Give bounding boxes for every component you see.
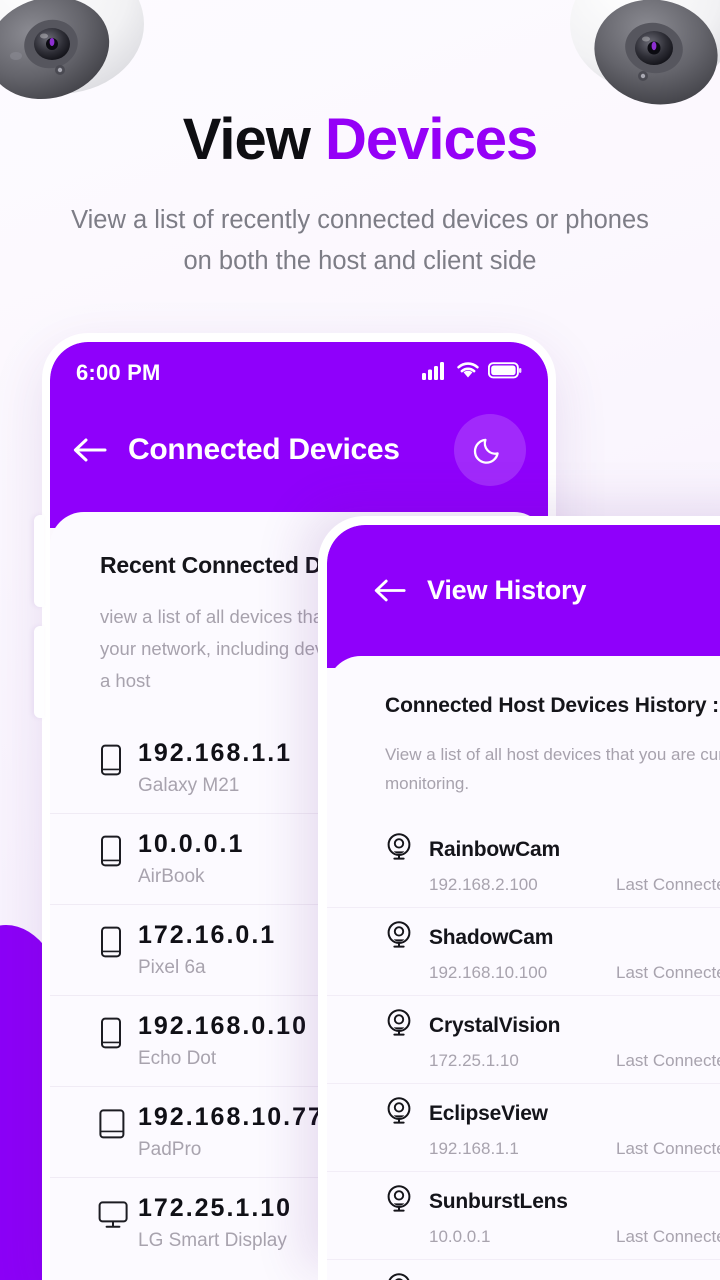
history-last-connected: Last Connected : 14/5/20 xyxy=(616,1051,720,1070)
history-item-detail: 10.0.0.1 Last Connected : 09/5/20 xyxy=(385,1227,720,1247)
history-item-detail: 172.25.1.10 Last Connected : 14/5/20 xyxy=(385,1051,720,1071)
app-bar-title: View History xyxy=(427,575,587,605)
page-subtitle: View a list of recently connected device… xyxy=(71,206,649,275)
host-devices-history-list: RainbowCam 192.168.2.100 Last Connected … xyxy=(327,820,720,1280)
status-bar: 6:00 PM xyxy=(50,342,548,386)
history-item-header: EclipseView xyxy=(385,1096,720,1131)
history-device-ip: 192.168.2.100 xyxy=(429,875,538,894)
page-title-accent: Devices xyxy=(324,107,538,172)
history-last-connected: Last Connected : 09/5/20 xyxy=(616,1227,720,1246)
camera-icon xyxy=(385,1008,425,1043)
history-device-ip: 192.168.1.1 xyxy=(429,1139,519,1158)
history-item-detail: 192.168.10.100 Last Connected : 15/5/20 xyxy=(385,963,720,983)
status-icons xyxy=(422,361,522,385)
cellular-signal-icon xyxy=(422,361,448,385)
history-last-connected: Last Connected : 15/5/20 xyxy=(616,875,720,894)
tablet-icon xyxy=(98,1103,138,1145)
phone-icon xyxy=(98,739,138,781)
monitor-icon xyxy=(98,1194,138,1236)
history-list-item[interactable]: RainbowCam 192.168.2.100 Last Connected … xyxy=(327,820,720,907)
dark-mode-toggle[interactable] xyxy=(454,414,526,486)
volume-down-button[interactable] xyxy=(34,626,44,718)
camera-icon xyxy=(385,832,425,867)
history-item-header: RainbowCam xyxy=(385,832,720,867)
history-device-name: RainbowCam xyxy=(429,837,561,861)
history-device-name: EclipseView xyxy=(429,1101,548,1125)
history-list-item[interactable]: ShadowCam 192.168.10.100 Last Connected … xyxy=(327,907,720,995)
history-device-name: CrystalVision xyxy=(429,1013,561,1037)
history-list-item[interactable]: CrystalVision 172.25.1.10 Last Connected… xyxy=(327,995,720,1083)
moon-icon xyxy=(471,429,509,472)
battery-full-icon xyxy=(487,361,522,385)
history-last-connected: Last Connected : 15/5/20 xyxy=(616,963,720,982)
history-item-header: SunburstLens xyxy=(385,1184,720,1219)
phone-icon xyxy=(98,921,138,963)
camera-icon xyxy=(385,1096,425,1131)
history-list-item[interactable]: EclipseView 192.168.1.1 Last Connected :… xyxy=(327,1083,720,1171)
app-bar: View History xyxy=(327,525,720,668)
phone-mockup-view-history: View History Connected Host Devices Hist… xyxy=(318,516,720,1280)
history-item-header: CrystalVision xyxy=(385,1008,720,1043)
history-item-header: ShadowCam xyxy=(385,920,720,955)
history-device-ip: 192.168.10.100 xyxy=(429,963,548,982)
history-device-ip: 172.25.1.10 xyxy=(429,1051,519,1070)
arrow-left-icon[interactable] xyxy=(72,437,108,463)
volume-up-button[interactable] xyxy=(34,515,44,607)
history-list-item[interactable]: DiamondEye 172.16.1.1 Last Connected : 0… xyxy=(327,1259,720,1280)
section-description: View a list of all host devices that you… xyxy=(385,745,720,793)
status-clock: 6:00 PM xyxy=(76,360,161,385)
page-title-plain: View xyxy=(182,107,325,172)
app-bar: 6:00 PM Connected Devices xyxy=(50,342,548,528)
history-device-name: SunburstLens xyxy=(429,1189,568,1213)
content-sheet: Connected Host Devices History : View a … xyxy=(327,656,720,1280)
arrow-left-icon[interactable] xyxy=(373,578,407,603)
dome-camera-left xyxy=(0,0,166,117)
dome-camera-right xyxy=(560,0,720,121)
phone-screen: View History Connected Host Devices Hist… xyxy=(327,525,720,1280)
app-bar-row: Connected Devices xyxy=(50,386,548,486)
camera-icon xyxy=(385,1272,425,1280)
history-item-header: DiamondEye xyxy=(385,1272,720,1280)
history-last-connected: Last Connected : 12/5/20 xyxy=(616,1139,720,1158)
history-device-name: ShadowCam xyxy=(429,925,554,949)
history-item-detail: 192.168.2.100 Last Connected : 15/5/20 xyxy=(385,875,720,895)
camera-icon xyxy=(385,1184,425,1219)
camera-icon xyxy=(385,920,425,955)
wifi-icon xyxy=(456,361,480,385)
page-title: View Devices xyxy=(0,106,720,173)
history-list-item[interactable]: SunburstLens 10.0.0.1 Last Connected : 0… xyxy=(327,1171,720,1259)
phone-icon xyxy=(98,1012,138,1054)
history-device-ip: 10.0.0.1 xyxy=(429,1227,491,1246)
phone-icon xyxy=(98,830,138,872)
app-bar-title: Connected Devices xyxy=(128,433,400,466)
history-item-detail: 192.168.1.1 Last Connected : 12/5/20 xyxy=(385,1139,720,1159)
section-title: Connected Host Devices History : xyxy=(385,694,720,717)
